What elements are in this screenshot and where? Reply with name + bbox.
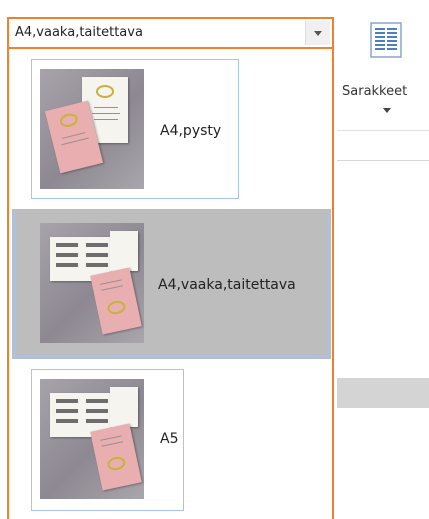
item-label: A4,vaaka,taitettava bbox=[158, 277, 296, 293]
item-label: A5 bbox=[160, 431, 179, 447]
dropdown-selected-value: A4,vaaka,taitettava bbox=[15, 25, 143, 40]
ribbon-divider bbox=[337, 130, 429, 131]
chevron-down-icon bbox=[314, 31, 322, 36]
columns-button[interactable]: Sarakkeet bbox=[342, 16, 429, 116]
columns-label: Sarakkeet bbox=[342, 84, 408, 99]
item-label: A4,pysty bbox=[160, 123, 222, 139]
a5-thumbnail bbox=[40, 379, 144, 499]
document-gray-band bbox=[337, 378, 429, 408]
list-item-a5[interactable]: A5 bbox=[12, 367, 331, 517]
columns-dropdown-arrow-icon bbox=[383, 108, 391, 113]
ribbon-separator bbox=[337, 160, 429, 161]
landscape-folded-thumbnail bbox=[40, 223, 144, 343]
page-layout-dropdown[interactable]: A4,vaaka,taitettava bbox=[7, 17, 334, 49]
dropdown-toggle-button[interactable] bbox=[305, 21, 330, 45]
list-item-a4-pysty[interactable]: A4,pysty bbox=[12, 57, 331, 205]
list-item-a4-vaaka-taitettava[interactable]: A4,vaaka,taitettava bbox=[12, 209, 331, 359]
dropdown-list: A4,pysty A4,vaaka,taitettava A5 bbox=[7, 49, 334, 519]
columns-icon bbox=[370, 22, 402, 58]
portrait-booklet-thumbnail bbox=[40, 69, 144, 189]
